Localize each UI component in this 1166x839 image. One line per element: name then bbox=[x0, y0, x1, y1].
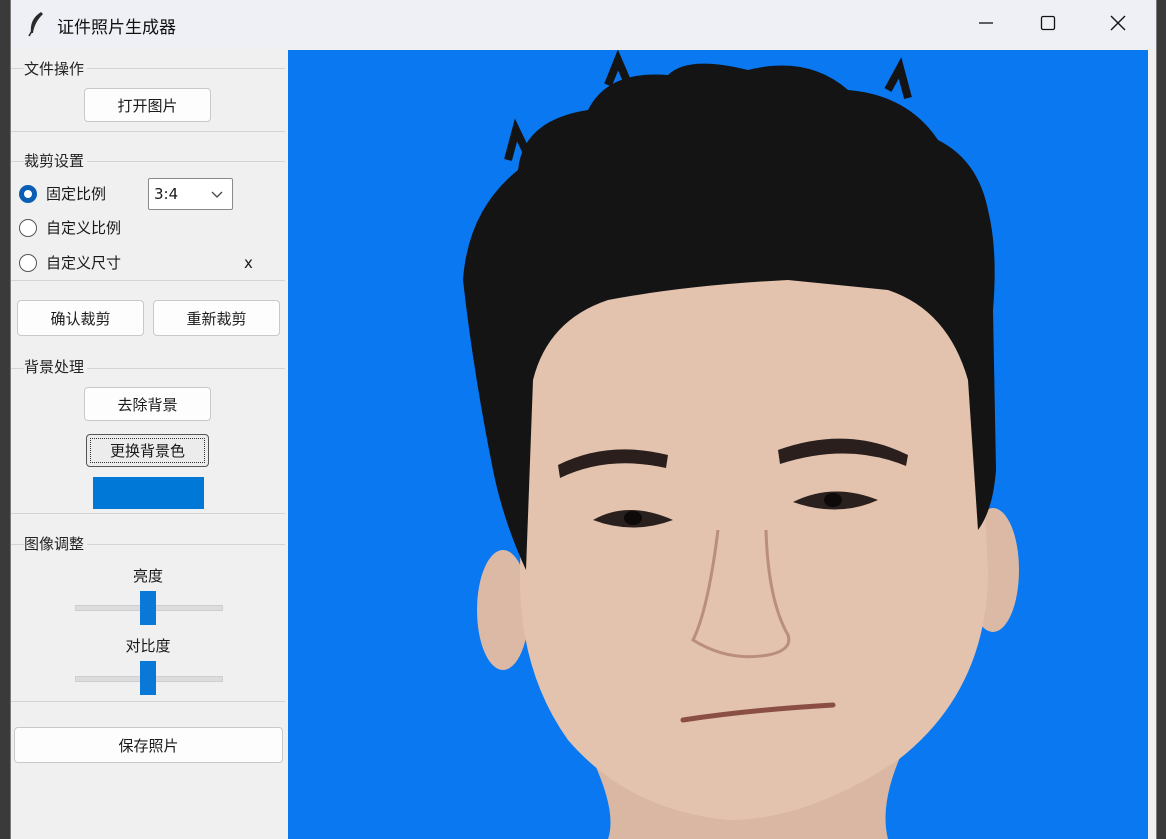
radio-selected-indicator bbox=[19, 184, 37, 203]
photo-canvas[interactable] bbox=[288, 50, 1148, 839]
feather-icon bbox=[28, 12, 43, 37]
minimize-icon bbox=[979, 22, 993, 24]
minimize-button[interactable] bbox=[951, 0, 1021, 46]
change-background-color-button[interactable]: 更换背景色 bbox=[86, 434, 209, 467]
radio-custom-ratio[interactable]: 自定义比例 bbox=[19, 217, 121, 238]
crop-title: 裁剪设置 bbox=[24, 150, 88, 171]
remove-background-button[interactable]: 去除背景 bbox=[84, 387, 211, 421]
radio-custom-size-label: 自定义尺寸 bbox=[46, 254, 122, 272]
window-title: 证件照片生成器 bbox=[57, 18, 176, 38]
maximize-icon bbox=[1040, 15, 1056, 31]
close-icon bbox=[1110, 15, 1126, 31]
radio-indicator bbox=[19, 218, 37, 237]
size-separator: x bbox=[244, 254, 253, 272]
ratio-select-value: 3:4 bbox=[154, 185, 179, 203]
radio-fixed-ratio-label: 固定比例 bbox=[46, 185, 107, 203]
radio-fixed-ratio[interactable]: 固定比例 bbox=[19, 183, 106, 204]
maximize-button[interactable] bbox=[1013, 0, 1083, 46]
reset-crop-button[interactable]: 重新裁剪 bbox=[153, 300, 280, 336]
chevron-down-icon bbox=[211, 191, 223, 198]
radio-indicator bbox=[19, 253, 37, 272]
brightness-slider-thumb[interactable] bbox=[140, 591, 156, 625]
close-button[interactable] bbox=[1083, 0, 1153, 46]
radio-custom-size[interactable]: 自定义尺寸 bbox=[19, 252, 121, 273]
background-title: 背景处理 bbox=[24, 356, 88, 377]
title-bar: 证件照片生成器 bbox=[11, 0, 1156, 48]
background-color-swatch bbox=[93, 477, 204, 509]
control-panel: 文件操作 打开图片 裁剪设置 固定比例 3:4 自定义比例 自定义尺寸 x 确认… bbox=[11, 48, 287, 839]
open-image-button[interactable]: 打开图片 bbox=[84, 88, 211, 122]
contrast-slider-thumb[interactable] bbox=[140, 661, 156, 695]
contrast-label: 对比度 bbox=[125, 637, 171, 655]
confirm-crop-button[interactable]: 确认裁剪 bbox=[17, 300, 144, 336]
file-ops-title: 文件操作 bbox=[24, 58, 88, 79]
adjust-title: 图像调整 bbox=[24, 533, 88, 554]
brightness-label: 亮度 bbox=[132, 567, 163, 585]
ratio-select[interactable]: 3:4 bbox=[148, 178, 233, 210]
app-window: 证件照片生成器 文件操作 打开图片 裁剪设置 固定比例 3:4 自定义比例 自定… bbox=[11, 0, 1156, 839]
portrait-photo bbox=[288, 50, 1148, 839]
radio-custom-ratio-label: 自定义比例 bbox=[46, 219, 122, 237]
save-photo-button[interactable]: 保存照片 bbox=[14, 727, 283, 763]
